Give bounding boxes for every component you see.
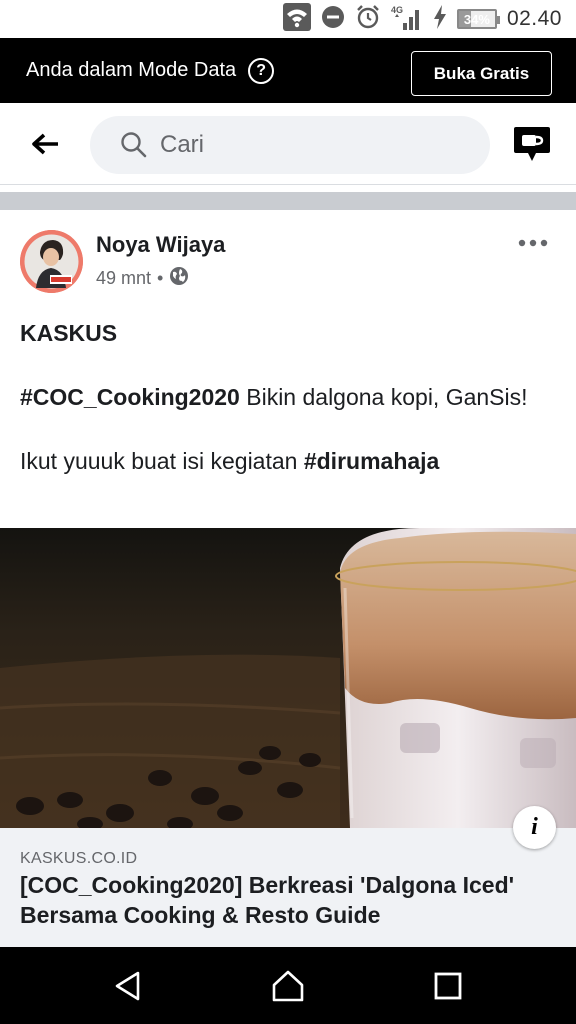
do-not-disturb-icon: [321, 5, 345, 34]
link-preview[interactable]: i KASKUS.CO.ID [COC_Cooking2020] Berkrea…: [0, 806, 576, 947]
info-icon[interactable]: i: [513, 806, 556, 849]
network-type-label: 4G: [391, 5, 403, 15]
author-name[interactable]: Noya Wijaya: [96, 232, 225, 258]
link-domain: KASKUS.CO.ID: [20, 850, 138, 867]
wifi-icon: [282, 2, 311, 36]
search-placeholder: Cari: [160, 131, 205, 158]
post-line-3: Ikut yuuuk buat isi kegiatan #dirumahaja: [20, 444, 550, 478]
battery-icon: 34%: [456, 9, 500, 29]
post-line-1: KASKUS: [20, 320, 118, 346]
status-bar: 4G 34% 02.40: [0, 0, 576, 38]
post-line-2: #COC_Cooking2020 Bikin dalgona kopi, Gan…: [20, 380, 550, 414]
meta-dot: •: [157, 268, 164, 288]
help-icon[interactable]: ?: [248, 57, 275, 84]
battery-percent: 34%: [463, 11, 490, 27]
back-arrow-icon[interactable]: [30, 129, 60, 159]
post-card: Noya Wijaya 49 mnt • KASKUS #COC_Cooking…: [0, 210, 576, 947]
data-mode-text: Anda dalam Mode Data: [26, 59, 237, 81]
system-nav-bar: [0, 947, 576, 1024]
globe-icon: [169, 266, 189, 291]
data-mode-banner: Anda dalam Mode Data ? Buka Gratis: [0, 38, 576, 103]
feed-separator: [0, 192, 576, 210]
search-icon: [120, 131, 148, 159]
post-line-2-text: Bikin dalgona kopi, GanSis!: [239, 384, 528, 410]
recents-nav-icon[interactable]: [431, 969, 465, 1003]
alarm-icon: [355, 4, 381, 35]
messenger-icon[interactable]: [512, 125, 552, 163]
search-input[interactable]: Cari: [90, 116, 490, 174]
post-body: KASKUS #COC_Cooking2020 Bikin dalgona ko…: [20, 316, 550, 478]
clock: 02.40: [506, 7, 562, 30]
post-line-3-text: Ikut yuuuk buat isi kegiatan: [20, 448, 304, 474]
charging-icon: [433, 4, 447, 34]
hashtag-dirumahaja[interactable]: #dirumahaja: [304, 448, 440, 474]
link-title[interactable]: [COC_Cooking2020] Berkreasi 'Dalgona Ice…: [20, 870, 550, 930]
post-meta: 49 mnt •: [96, 266, 189, 291]
home-nav-icon[interactable]: [271, 969, 305, 1003]
hashtag-coc-cooking[interactable]: #COC_Cooking2020: [20, 384, 240, 410]
top-bar: Cari: [0, 103, 576, 185]
more-options-icon[interactable]: [518, 236, 548, 248]
post-image[interactable]: [0, 528, 576, 828]
post-time[interactable]: 49 mnt: [96, 268, 151, 289]
open-free-button[interactable]: Buka Gratis: [411, 51, 552, 96]
back-nav-icon[interactable]: [111, 969, 145, 1003]
avatar[interactable]: [20, 230, 83, 293]
signal-icon: 4G: [391, 3, 423, 36]
